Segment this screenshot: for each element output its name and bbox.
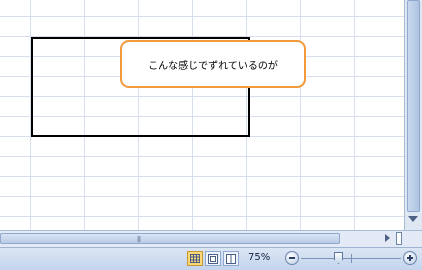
normal-view-button[interactable]	[187, 251, 203, 266]
zoom-level[interactable]: 75%	[248, 252, 270, 263]
zoom-out-icon[interactable]	[285, 251, 299, 265]
scroll-right-arrow-icon[interactable]	[385, 234, 390, 242]
page-layout-view-button[interactable]	[205, 251, 221, 266]
vertical-scrollbar[interactable]	[404, 0, 422, 230]
zoom-slider-thumb[interactable]	[334, 252, 343, 264]
normal-view-icon	[190, 254, 200, 263]
grip-icon: |||	[137, 236, 141, 243]
zoom-slider-center-tick	[351, 254, 352, 263]
split-box-handle[interactable]	[396, 232, 402, 245]
page-layout-icon	[208, 254, 218, 264]
horizontal-scrollbar[interactable]: |||	[0, 230, 422, 247]
vertical-scroll-thumb[interactable]	[407, 0, 420, 212]
zoom-in-icon[interactable]	[403, 251, 417, 265]
status-bar: 75%	[0, 247, 422, 270]
callout-text: こんな感じでずれているのが	[148, 60, 278, 72]
horizontal-scroll-thumb[interactable]: |||	[0, 233, 340, 244]
page-break-preview-button[interactable]	[223, 251, 239, 266]
callout-shape[interactable]: こんな感じでずれているのが	[120, 40, 306, 88]
page-break-preview-icon	[226, 254, 236, 264]
scroll-down-arrow-icon[interactable]	[408, 216, 418, 222]
